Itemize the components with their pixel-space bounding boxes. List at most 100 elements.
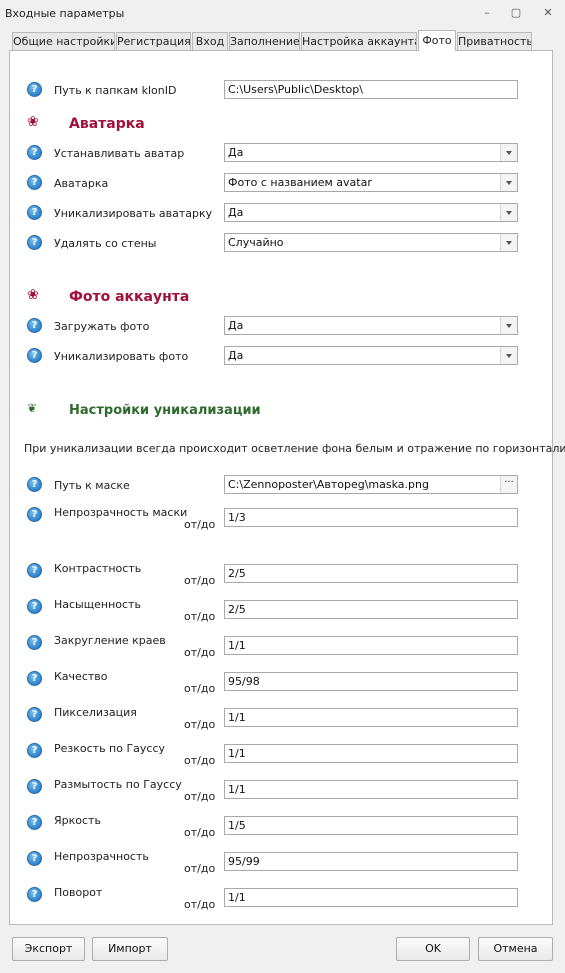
mask-path-value: C:\Zennoposter\Автореg\maska.png bbox=[228, 478, 429, 491]
range-label: от/до bbox=[184, 898, 216, 911]
help-icon[interactable]: ? bbox=[27, 887, 42, 902]
tab-filling[interactable]: Заполнение bbox=[229, 32, 300, 51]
folder-path-label: Путь к папкам klonID bbox=[54, 84, 177, 97]
range-label: от/до bbox=[184, 862, 216, 875]
tab-account-settings[interactable]: Настройка аккаунта bbox=[301, 32, 417, 51]
help-icon[interactable]: ? bbox=[27, 145, 42, 160]
help-icon[interactable]: ? bbox=[27, 507, 42, 522]
title-bar: Входные параметры – ▢ ✕ bbox=[0, 0, 565, 28]
avatar-select[interactable]: Фото с названием avatar bbox=[224, 173, 518, 192]
help-icon[interactable]: ? bbox=[27, 635, 42, 650]
delete-wall-label: Удалять со стены bbox=[54, 237, 157, 250]
range-label: от/до bbox=[184, 682, 216, 695]
export-button[interactable]: Экспорт bbox=[12, 937, 85, 961]
help-icon[interactable]: ? bbox=[27, 82, 42, 97]
help-icon[interactable]: ? bbox=[27, 671, 42, 686]
help-icon[interactable]: ? bbox=[27, 235, 42, 250]
quality-input[interactable]: 95/98 bbox=[224, 672, 518, 691]
help-icon[interactable]: ? bbox=[27, 707, 42, 722]
help-icon[interactable]: ? bbox=[27, 851, 42, 866]
set-avatar-label: Устанавливать аватар bbox=[54, 147, 185, 160]
help-icon[interactable]: ? bbox=[27, 815, 42, 830]
set-avatar-select[interactable]: Да bbox=[224, 143, 518, 162]
uniq-photo-select[interactable]: Да bbox=[224, 346, 518, 365]
blur-label: Размытость по Гауссу bbox=[54, 778, 182, 791]
chevron-down-icon[interactable] bbox=[500, 204, 517, 221]
help-icon[interactable]: ? bbox=[27, 318, 42, 333]
mask-opacity-input[interactable]: 1/3 bbox=[224, 508, 518, 527]
tab-general[interactable]: Общие настройки bbox=[12, 32, 115, 51]
range-label: от/до bbox=[184, 646, 216, 659]
upload-photo-select[interactable]: Да bbox=[224, 316, 518, 335]
photo-settings-panel: ? Путь к папкам klonID C:\Users\Public\D… bbox=[9, 50, 565, 925]
contrast-input[interactable]: 2/5 bbox=[224, 564, 518, 583]
range-label: от/до bbox=[184, 574, 216, 587]
chevron-down-icon[interactable] bbox=[500, 234, 517, 251]
cancel-button[interactable]: Отмена bbox=[478, 937, 553, 961]
tab-registration[interactable]: Регистрация bbox=[116, 32, 191, 51]
opacity-label: Непрозрачность bbox=[54, 850, 149, 863]
chevron-down-icon[interactable] bbox=[500, 347, 517, 364]
help-icon[interactable]: ? bbox=[27, 348, 42, 363]
avatar-value: Фото с названием avatar bbox=[228, 176, 372, 189]
photo-section-title: Фото аккаунта bbox=[69, 289, 190, 305]
flower-icon: ❀ bbox=[27, 287, 39, 303]
help-icon[interactable]: ? bbox=[27, 563, 42, 578]
uniq-avatar-value: Да bbox=[228, 206, 244, 219]
uniq-avatar-label: Уникализировать аватарку bbox=[54, 207, 213, 220]
uniq-photo-value: Да bbox=[228, 349, 244, 362]
help-icon[interactable]: ? bbox=[27, 477, 42, 492]
range-label: от/до bbox=[184, 754, 216, 767]
mask-path-label: Путь к маске bbox=[54, 479, 130, 492]
browse-button[interactable]: ··· bbox=[500, 476, 517, 493]
flower-icon: ❀ bbox=[27, 114, 39, 130]
range-label: от/до bbox=[184, 718, 216, 731]
rotation-label: Поворот bbox=[54, 886, 103, 899]
tab-login[interactable]: Вход bbox=[192, 32, 228, 51]
sharpen-label: Резкость по Гауссу bbox=[54, 742, 166, 755]
tab-privacy[interactable]: Приватность bbox=[457, 32, 532, 51]
sharpen-input[interactable]: 1/1 bbox=[224, 744, 518, 763]
rounding-input[interactable]: 1/1 bbox=[224, 636, 518, 655]
avatar-section-title: Аватарка bbox=[69, 116, 145, 132]
tab-photo[interactable]: Фото bbox=[418, 30, 456, 51]
help-icon[interactable]: ? bbox=[27, 599, 42, 614]
minimize-icon[interactable]: – bbox=[479, 6, 495, 20]
help-icon[interactable]: ? bbox=[27, 175, 42, 190]
delete-wall-value: Случайно bbox=[228, 236, 284, 249]
help-icon[interactable]: ? bbox=[27, 205, 42, 220]
brightness-input[interactable]: 1/5 bbox=[224, 816, 518, 835]
avatar-label: Аватарка bbox=[54, 177, 109, 190]
maximize-icon[interactable]: ▢ bbox=[508, 6, 524, 20]
mask-path-input[interactable]: C:\Zennoposter\Автореg\maska.png ··· bbox=[224, 475, 518, 494]
range-label: от/до bbox=[184, 826, 216, 839]
uniq-section-title: Настройки уникализации bbox=[69, 403, 261, 418]
opacity-input[interactable]: 95/99 bbox=[224, 852, 518, 871]
pixelate-input[interactable]: 1/1 bbox=[224, 708, 518, 727]
chevron-down-icon[interactable] bbox=[500, 144, 517, 161]
range-label: от/до bbox=[184, 518, 216, 531]
set-avatar-value: Да bbox=[228, 146, 244, 159]
help-icon[interactable]: ? bbox=[27, 779, 42, 794]
chevron-down-icon[interactable] bbox=[500, 317, 517, 334]
blur-input[interactable]: 1/1 bbox=[224, 780, 518, 799]
import-button[interactable]: Импорт bbox=[92, 937, 168, 961]
upload-photo-value: Да bbox=[228, 319, 244, 332]
help-icon[interactable]: ? bbox=[27, 743, 42, 758]
brightness-label: Яркость bbox=[54, 814, 101, 827]
close-icon[interactable]: ✕ bbox=[540, 6, 556, 20]
folder-path-input[interactable]: C:\Users\Public\Desktop\ bbox=[224, 80, 518, 99]
mask-opacity-label: Непрозрачность маски bbox=[54, 506, 188, 519]
range-label: от/до bbox=[184, 610, 216, 623]
chevron-down-icon[interactable] bbox=[500, 174, 517, 191]
leaf-icon: ❦ bbox=[27, 401, 38, 415]
saturation-label: Насыщенность bbox=[54, 598, 141, 611]
upload-photo-label: Загружать фото bbox=[54, 320, 150, 333]
contrast-label: Контрастность bbox=[54, 562, 142, 575]
uniq-avatar-select[interactable]: Да bbox=[224, 203, 518, 222]
saturation-input[interactable]: 2/5 bbox=[224, 600, 518, 619]
rotation-input[interactable]: 1/1 bbox=[224, 888, 518, 907]
delete-wall-select[interactable]: Случайно bbox=[224, 233, 518, 252]
ok-button[interactable]: OK bbox=[396, 937, 470, 961]
rounding-label: Закругление краев bbox=[54, 634, 166, 647]
